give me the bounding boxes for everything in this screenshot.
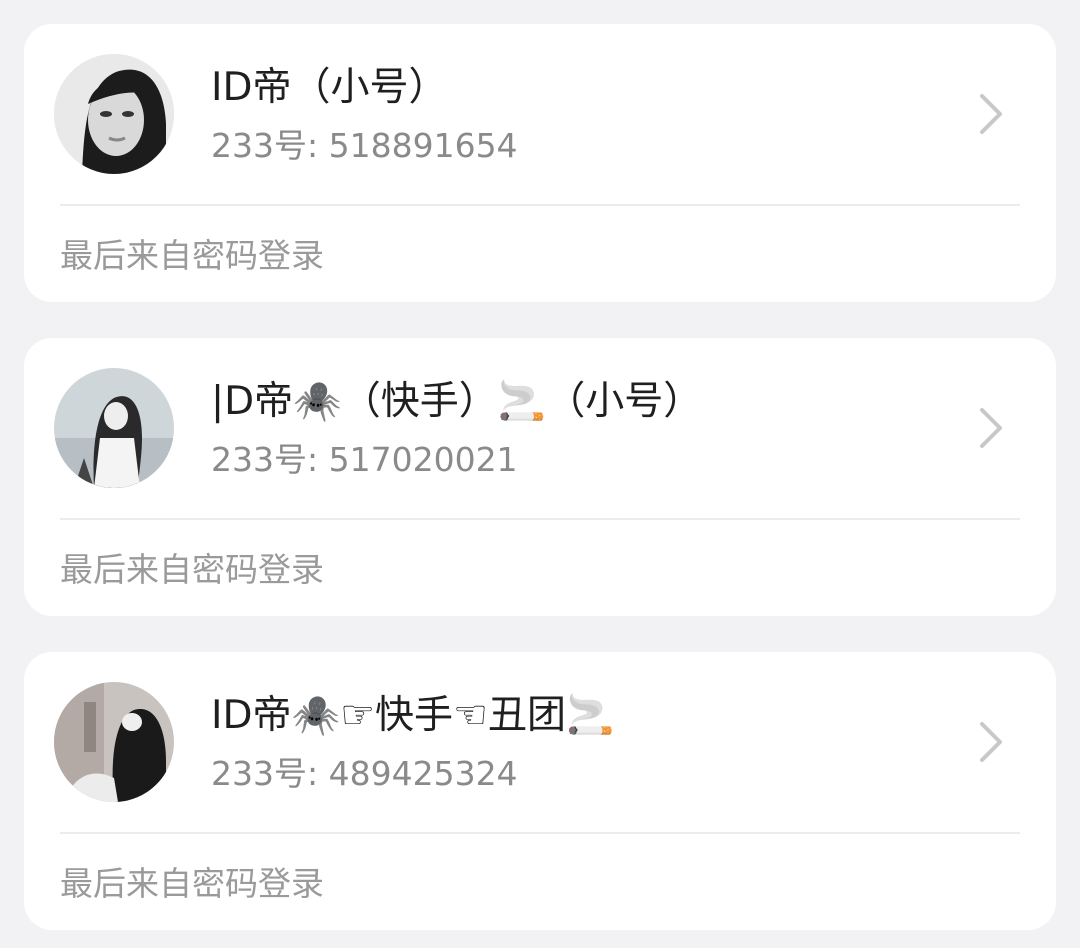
last-login-note: 最后来自密码登录 <box>60 236 324 275</box>
chevron-right-icon[interactable] <box>976 718 1006 766</box>
account-name: |D帝🕷️（快手）🚬（小号） <box>211 379 703 424</box>
account-name: ID帝（小号） <box>211 65 448 110</box>
account-name: ID帝🕷️☞快手☜丑团🚬 <box>211 693 615 738</box>
last-login-note: 最后来自密码登录 <box>60 864 324 903</box>
chevron-right-icon[interactable] <box>976 90 1006 138</box>
avatar <box>54 54 174 174</box>
account-id: 233号: 489425324 <box>211 754 518 793</box>
account-card[interactable]: ID帝（小号） 233号: 518891654 最后来自密码登录 <box>24 24 1056 302</box>
chevron-right-icon[interactable] <box>976 404 1006 452</box>
account-card[interactable]: |D帝🕷️（快手）🚬（小号） 233号: 517020021 最后来自密码登录 <box>24 338 1056 616</box>
account-id: 233号: 517020021 <box>211 440 518 479</box>
avatar <box>54 368 174 488</box>
last-login-note: 最后来自密码登录 <box>60 550 324 589</box>
avatar <box>54 682 174 802</box>
account-card[interactable]: ID帝🕷️☞快手☜丑团🚬 233号: 489425324 最后来自密码登录 <box>24 652 1056 930</box>
divider <box>60 518 1020 520</box>
divider <box>60 204 1020 206</box>
avatar-image <box>54 368 174 488</box>
avatar-image <box>54 54 174 174</box>
avatar-image <box>54 682 174 802</box>
account-id: 233号: 518891654 <box>211 126 518 165</box>
divider <box>60 832 1020 834</box>
